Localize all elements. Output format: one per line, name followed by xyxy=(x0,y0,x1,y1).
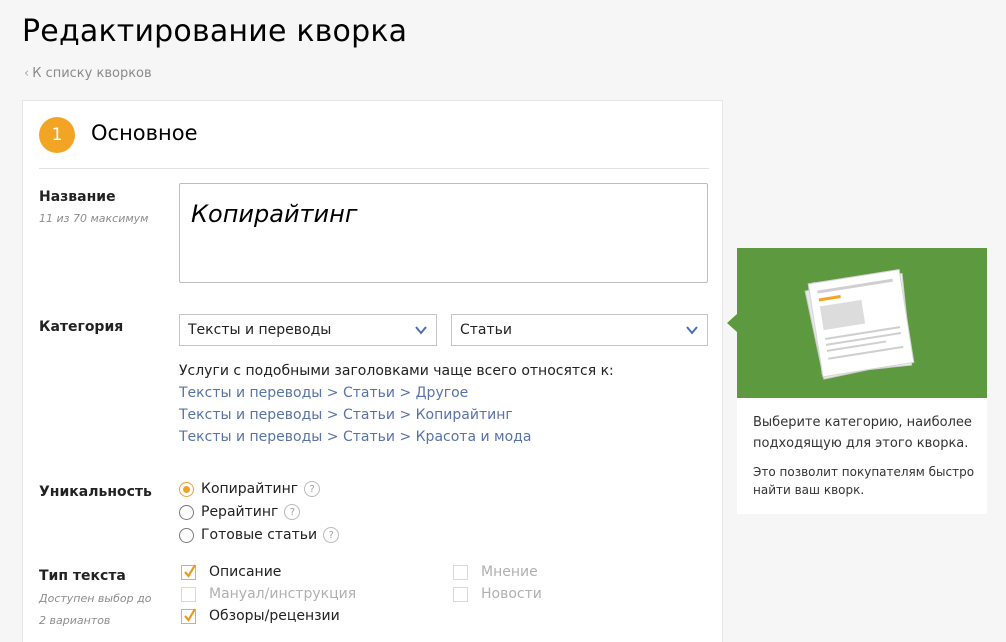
section-title: Основное xyxy=(91,121,198,145)
category-select-value: Тексты и переводы xyxy=(188,322,332,338)
chevron-left-icon: ‹ xyxy=(24,66,30,81)
checkbox xyxy=(453,586,468,602)
checkbox[interactable] xyxy=(181,563,196,580)
checkmark-icon xyxy=(184,607,196,622)
tip-illustration xyxy=(737,248,987,398)
radio-label: Копирайтинг xyxy=(201,481,299,497)
uniqueness-label: Уникальность xyxy=(39,484,152,500)
tip-main-text: Выберите категорию, наиболее подходящую … xyxy=(753,415,972,451)
back-to-list-link[interactable]: ‹ К списку кворков xyxy=(24,66,152,81)
checkbox[interactable] xyxy=(181,607,196,624)
suggestion-intro: Услуги с подобными заголовками чаще всег… xyxy=(179,363,614,379)
radio-rewriting[interactable]: Рерайтинг ? xyxy=(179,504,301,520)
tip-pointer xyxy=(727,314,737,332)
subcategory-select-value: Статьи xyxy=(460,322,513,338)
checkbox-description[interactable]: Описание xyxy=(181,563,282,580)
text-type-hint-2: 2 вариантов xyxy=(39,614,111,627)
checkbox xyxy=(181,586,196,602)
suggestion-link[interactable]: Тексты и переводы > Статьи > Красота и м… xyxy=(179,429,531,445)
help-icon[interactable]: ? xyxy=(304,481,321,497)
radio-label: Готовые статьи xyxy=(201,527,318,543)
chevron-down-icon xyxy=(686,326,698,335)
tip-secondary-text: Это позволит покупателям быстро найти ва… xyxy=(753,465,975,497)
checkbox-label: Мнение xyxy=(481,564,538,580)
checkmark-icon xyxy=(184,563,196,578)
edit-form-card: 1 Основное Название 11 из 70 максимум Ко… xyxy=(22,100,723,642)
document-icon xyxy=(804,268,915,380)
category-tip-panel: Выберите категорию, наиболее подходящую … xyxy=(737,248,987,514)
text-type-hint-1: Доступен выбор до xyxy=(39,592,152,605)
checkbox-reviews[interactable]: Обзоры/рецензии xyxy=(181,607,340,624)
page-title: Редактирование кворка xyxy=(22,14,408,49)
radio-button[interactable] xyxy=(179,481,194,497)
title-input[interactable]: Копирайтинг xyxy=(179,183,708,283)
radio-label: Рерайтинг xyxy=(201,504,279,520)
checkbox xyxy=(453,564,468,580)
radio-copywriting[interactable]: Копирайтинг ? xyxy=(179,481,321,497)
suggestion-link[interactable]: Тексты и переводы > Статьи > Другое xyxy=(179,385,468,401)
checkbox-label: Новости xyxy=(481,586,542,602)
back-link-label: К списку кворков xyxy=(32,66,152,81)
help-icon[interactable]: ? xyxy=(323,527,340,543)
chevron-down-icon xyxy=(415,326,427,335)
checkbox-label: Мануал/инструкция xyxy=(209,586,357,602)
checkbox-label: Описание xyxy=(209,564,282,580)
checkbox-news: Новости xyxy=(453,586,542,602)
radio-button[interactable] xyxy=(179,504,194,520)
radio-button[interactable] xyxy=(179,527,194,543)
checkbox-label: Обзоры/рецензии xyxy=(209,608,340,624)
checkbox-manual: Мануал/инструкция xyxy=(181,586,356,602)
name-label: Название xyxy=(39,189,116,205)
suggestion-link[interactable]: Тексты и переводы > Статьи > Копирайтинг xyxy=(179,407,513,423)
text-type-label: Тип текста xyxy=(39,568,126,584)
radio-ready-articles[interactable]: Готовые статьи ? xyxy=(179,527,340,543)
checkbox-opinion: Мнение xyxy=(453,564,538,580)
subcategory-select[interactable]: Статьи xyxy=(451,314,708,346)
category-label: Категория xyxy=(39,319,124,335)
name-char-count: 11 из 70 максимум xyxy=(39,212,149,225)
category-select[interactable]: Тексты и переводы xyxy=(179,314,437,346)
step-number-badge: 1 xyxy=(39,117,75,153)
section-header: 1 Основное xyxy=(39,117,709,169)
help-icon[interactable]: ? xyxy=(284,504,301,520)
